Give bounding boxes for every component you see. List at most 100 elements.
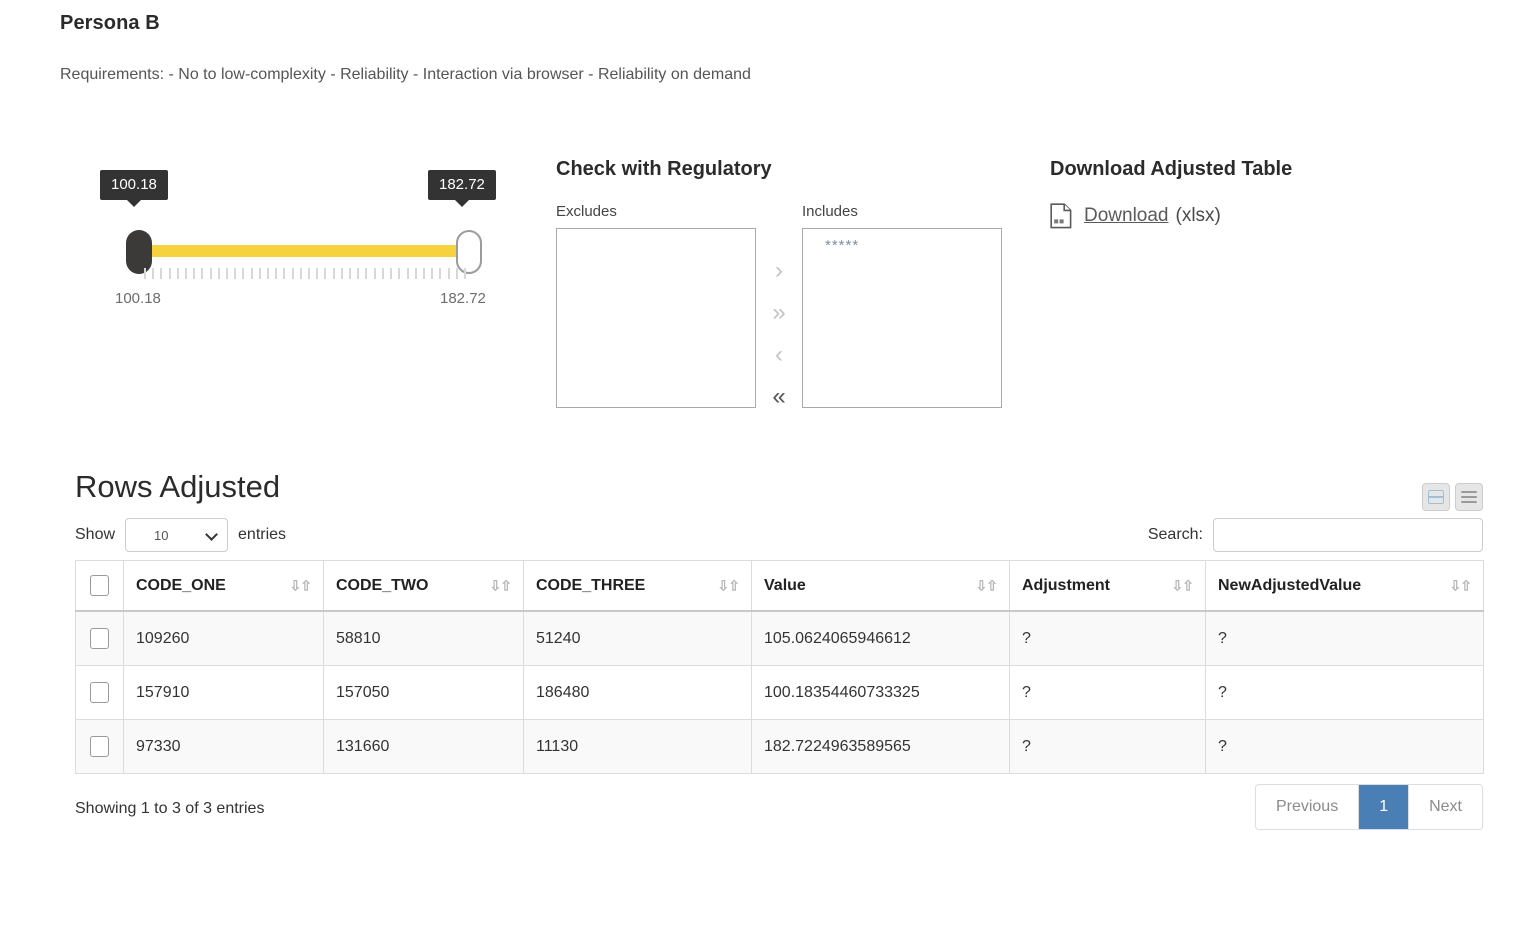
table-title: Rows Adjusted — [75, 469, 281, 504]
row-select-cell — [75, 665, 124, 721]
table-header-row: CODE_ONE ⇩⇧ CODE_TWO ⇩⇧ CODE_THREE ⇩⇧ Va… — [75, 560, 1484, 613]
cell-code-one: 157910 — [123, 665, 324, 721]
table-body: 109260 58810 51240 105.0624065946612 ? ?… — [75, 610, 1484, 775]
view-toggle-group — [1422, 483, 1483, 511]
regulatory-section: Check with Regulatory Excludes › » ‹ « I… — [556, 158, 1002, 427]
slider-end-labels: 100.18 182.72 — [100, 290, 520, 312]
column-header-new-adjusted-value[interactable]: NewAdjustedValue ⇩⇧ — [1205, 560, 1484, 613]
excludes-label: Excludes — [556, 203, 617, 220]
move-all-right-icon[interactable]: » — [772, 301, 785, 325]
row-select-cell — [75, 719, 124, 775]
slider-rail[interactable] — [100, 228, 520, 279]
column-label: Adjustment — [1022, 576, 1110, 594]
table-row[interactable]: 97330 131660 11130 182.7224963589565 ? ? — [75, 719, 1484, 775]
chevron-down-icon — [205, 528, 218, 541]
select-all-header — [75, 560, 124, 613]
column-label: NewAdjustedValue — [1218, 576, 1362, 594]
slider-tick-marks — [144, 268, 466, 279]
row-checkbox[interactable] — [90, 628, 109, 650]
show-entries-control: Show 10 entries — [75, 518, 287, 553]
cell-code-two: 58810 — [323, 610, 524, 667]
move-left-icon[interactable]: ‹ — [775, 343, 783, 367]
column-header-code-three[interactable]: CODE_THREE ⇩⇧ — [523, 560, 752, 613]
column-header-code-one[interactable]: CODE_ONE ⇩⇧ — [123, 560, 324, 613]
list-view-glyph — [1461, 490, 1477, 504]
includes-listbox[interactable]: ***** — [802, 228, 1002, 408]
list-item[interactable]: ***** — [813, 237, 991, 254]
cell-adjustment: ? — [1009, 610, 1206, 667]
pagination: Previous 1 Next — [1254, 784, 1483, 831]
previous-page-button[interactable]: Previous — [1255, 785, 1360, 830]
table-row[interactable]: 109260 58810 51240 105.0624065946612 ? ? — [75, 610, 1484, 667]
sort-icon[interactable]: ⇩⇧ — [290, 577, 312, 594]
cell-adjustment: ? — [1009, 665, 1206, 721]
excludes-listbox[interactable] — [556, 228, 756, 408]
value-range-slider[interactable]: 100.18 182.72 100.18 182.72 — [100, 170, 520, 312]
page-title: Persona B — [60, 12, 160, 34]
split-view-icon[interactable] — [1422, 483, 1450, 511]
column-header-adjustment[interactable]: Adjustment ⇩⇧ — [1009, 560, 1206, 613]
slider-max-tooltip: 182.72 — [428, 170, 496, 207]
table-controls: Show 10 entries Search: — [75, 512, 1483, 558]
sort-icon[interactable]: ⇩⇧ — [1172, 577, 1194, 594]
row-checkbox[interactable] — [90, 736, 109, 758]
transfer-arrows: › » ‹ « — [756, 203, 802, 427]
download-row: Download (xlsx) — [1050, 203, 1292, 229]
slider-min-tooltip: 100.18 — [100, 170, 168, 207]
slider-tooltips: 100.18 182.72 — [100, 170, 520, 222]
move-all-left-icon[interactable]: « — [772, 385, 785, 409]
entries-label: entries — [238, 526, 287, 544]
download-heading: Download Adjusted Table — [1050, 158, 1293, 180]
move-right-icon[interactable]: › — [775, 259, 783, 283]
search-label: Search: — [1147, 526, 1203, 544]
download-extension: (xlsx) — [1175, 205, 1221, 226]
cell-value: 105.0624065946612 — [751, 610, 1010, 667]
table-head: CODE_ONE ⇩⇧ CODE_TWO ⇩⇧ CODE_THREE ⇩⇧ Va… — [75, 560, 1484, 613]
entries-per-page-select[interactable]: 10 — [125, 518, 229, 553]
slider-min-label: 100.18 — [115, 290, 161, 307]
table-row[interactable]: 157910 157050 186480 100.18354460733325 … — [75, 665, 1484, 721]
cell-code-one: 109260 — [123, 610, 324, 667]
column-label: Value — [764, 576, 806, 594]
cell-code-three: 11130 — [523, 719, 752, 775]
cell-new-adjusted-value: ? — [1205, 665, 1484, 721]
sort-icon[interactable]: ⇩⇧ — [490, 577, 512, 594]
show-label: Show — [75, 526, 116, 544]
column-header-value[interactable]: Value ⇩⇧ — [751, 560, 1010, 613]
split-view-glyph — [1428, 490, 1444, 504]
cell-new-adjusted-value: ? — [1205, 610, 1484, 667]
next-page-button[interactable]: Next — [1409, 785, 1482, 830]
download-link[interactable]: Download — [1084, 205, 1169, 227]
row-select-cell — [75, 610, 124, 667]
excludes-column: Excludes — [556, 203, 756, 408]
sort-icon[interactable]: ⇩⇧ — [976, 577, 998, 594]
slider-track — [140, 245, 470, 257]
cell-code-three: 51240 — [523, 610, 752, 667]
cell-value: 100.18354460733325 — [751, 665, 1010, 721]
page-1-button[interactable]: 1 — [1359, 785, 1410, 830]
page-root: Persona B Requirements: - No to low-comp… — [0, 0, 1536, 928]
column-header-code-two[interactable]: CODE_TWO ⇩⇧ — [323, 560, 524, 613]
select-all-checkbox[interactable] — [90, 575, 109, 597]
search-control: Search: — [1147, 518, 1483, 553]
download-section: Download Adjusted Table Download (xlsx) — [1050, 158, 1292, 229]
sort-icon[interactable]: ⇩⇧ — [718, 577, 740, 594]
cell-code-one: 97330 — [123, 719, 324, 775]
cell-code-three: 186480 — [523, 665, 752, 721]
regulatory-heading: Check with Regulatory — [556, 158, 772, 180]
cell-code-two: 131660 — [323, 719, 524, 775]
search-input[interactable] — [1213, 518, 1483, 553]
dual-list-picker: Excludes › » ‹ « Includes ***** — [556, 203, 1002, 427]
includes-column: Includes ***** — [802, 203, 1002, 408]
cell-new-adjusted-value: ? — [1205, 719, 1484, 775]
sort-icon[interactable]: ⇩⇧ — [1450, 577, 1472, 594]
slider-max-label: 182.72 — [440, 290, 486, 307]
includes-label: Includes — [802, 203, 858, 220]
cell-code-two: 157050 — [323, 665, 524, 721]
list-view-icon[interactable] — [1455, 483, 1483, 511]
row-checkbox[interactable] — [90, 682, 109, 704]
column-label: CODE_THREE — [536, 576, 646, 594]
cell-adjustment: ? — [1009, 719, 1206, 775]
rows-adjusted-table: CODE_ONE ⇩⇧ CODE_TWO ⇩⇧ CODE_THREE ⇩⇧ Va… — [75, 560, 1484, 775]
persona-requirements: Requirements: - No to low-complexity - R… — [60, 66, 751, 83]
